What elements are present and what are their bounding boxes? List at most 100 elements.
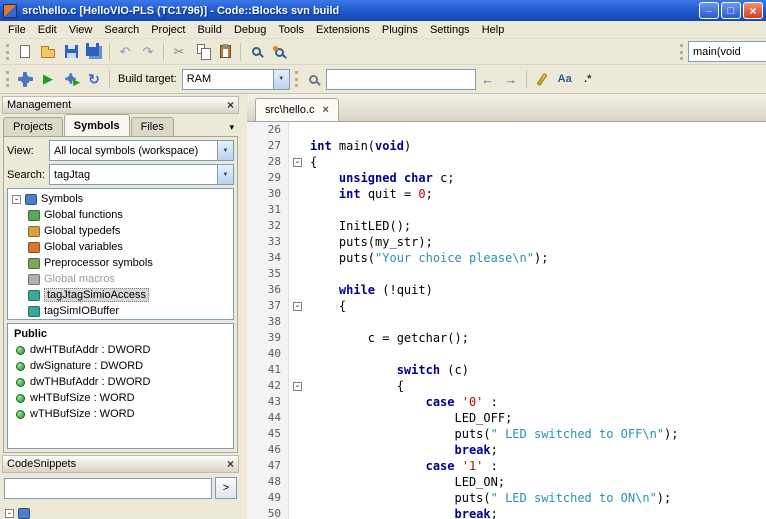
code-line-47[interactable]: 47 case '1' : — [247, 458, 766, 474]
find-button[interactable] — [245, 41, 267, 63]
incremental-search-button[interactable] — [303, 68, 325, 90]
member-item-dwhtbufaddr[interactable]: dwHTBufAddr : DWORD — [10, 342, 231, 358]
chevron-down-icon[interactable] — [217, 141, 233, 160]
tree-item-global-functions[interactable]: Global functions — [10, 207, 231, 223]
menu-file[interactable]: File — [2, 23, 32, 37]
management-tab-projects[interactable]: Projects — [3, 117, 63, 136]
codesnippets-close-icon[interactable] — [227, 457, 234, 471]
code-line-38[interactable]: 38 — [247, 314, 766, 330]
code-line-45[interactable]: 45 puts(" LED switched to OFF\n"); — [247, 426, 766, 442]
code-editor[interactable]: 2627int main(void)28{29 unsigned char c;… — [247, 122, 766, 519]
incremental-search-input[interactable] — [326, 69, 476, 90]
redo-button[interactable] — [137, 41, 159, 63]
management-tab-files[interactable]: Files — [131, 117, 174, 136]
code-line-36[interactable]: 36 while (!quit) — [247, 282, 766, 298]
regex-button[interactable]: .* — [577, 68, 599, 90]
chevron-down-icon[interactable] — [217, 165, 233, 184]
match-case-button[interactable]: Aa — [554, 68, 576, 90]
build-and-run-button[interactable] — [60, 68, 82, 90]
fold-minus-icon[interactable] — [293, 302, 302, 311]
symbol-search-combo[interactable]: tagJtag — [49, 164, 234, 185]
search-next-button[interactable] — [500, 68, 522, 90]
new-file-button[interactable] — [14, 41, 36, 63]
code-line-46[interactable]: 46 break; — [247, 442, 766, 458]
management-tab-symbols[interactable]: Symbols — [64, 114, 130, 136]
maximize-button[interactable] — [721, 2, 741, 19]
menu-search[interactable]: Search — [98, 23, 145, 37]
management-pane-header[interactable]: Management — [2, 96, 239, 114]
code-line-48[interactable]: 48 LED_ON; — [247, 474, 766, 490]
save-button[interactable] — [60, 41, 82, 63]
undo-button[interactable] — [114, 41, 136, 63]
tree-item-global-variables[interactable]: Global variables — [10, 239, 231, 255]
chevron-down-icon[interactable] — [273, 70, 289, 89]
collapse-icon[interactable] — [12, 195, 21, 204]
code-line-44[interactable]: 44 LED_OFF; — [247, 410, 766, 426]
paste-button[interactable] — [214, 41, 236, 63]
cut-button[interactable] — [168, 41, 190, 63]
code-line-39[interactable]: 39 c = getchar(); — [247, 330, 766, 346]
menu-edit[interactable]: Edit — [32, 23, 63, 37]
expand-icon[interactable] — [5, 509, 14, 518]
code-line-43[interactable]: 43 case '0' : — [247, 394, 766, 410]
build-target-combo[interactable]: RAM — [182, 69, 290, 90]
symbol-browser-combo[interactable]: main(void — [688, 41, 766, 62]
code-line-34[interactable]: 34 puts("Your choice please\n"); — [247, 250, 766, 266]
menu-settings[interactable]: Settings — [424, 23, 476, 37]
codesnippets-pane-header[interactable]: CodeSnippets — [2, 455, 239, 473]
codesnippets-search-input[interactable] — [4, 478, 212, 499]
replace-button[interactable] — [268, 41, 290, 63]
member-item-dwthbufaddr[interactable]: dwTHBufAddr : DWORD — [10, 374, 231, 390]
editor-tab-hello-c[interactable]: src\hello.c — [255, 98, 339, 121]
run-button[interactable] — [37, 68, 59, 90]
code-line-35[interactable]: 35 — [247, 266, 766, 282]
code-line-27[interactable]: 27int main(void) — [247, 138, 766, 154]
close-button[interactable] — [743, 2, 763, 19]
tree-root-symbols[interactable]: Symbols — [10, 191, 231, 207]
fold-minus-icon[interactable] — [293, 382, 302, 391]
menu-extensions[interactable]: Extensions — [310, 23, 376, 37]
rebuild-button[interactable] — [83, 68, 105, 90]
toolbar-grip[interactable] — [6, 44, 9, 60]
code-line-50[interactable]: 50 break; — [247, 506, 766, 519]
fold-minus-icon[interactable] — [293, 158, 302, 167]
tree-item-preprocessor-symbols[interactable]: Preprocessor symbols — [10, 255, 231, 271]
menu-tools[interactable]: Tools — [272, 23, 310, 37]
member-item-wthbufsize[interactable]: wTHBufSize : WORD — [10, 406, 231, 422]
tree-item-tagjtagsimioaccess[interactable]: tagJtagSimioAccess — [10, 287, 231, 303]
toolbar-grip[interactable] — [680, 44, 683, 60]
open-file-button[interactable] — [37, 41, 59, 63]
save-all-button[interactable] — [83, 41, 105, 63]
code-line-49[interactable]: 49 puts(" LED switched to ON\n"); — [247, 490, 766, 506]
toolbar-grip[interactable] — [6, 71, 9, 87]
menu-help[interactable]: Help — [476, 23, 511, 37]
build-button[interactable] — [14, 68, 36, 90]
management-close-icon[interactable] — [227, 98, 234, 112]
toolbar-grip[interactable] — [295, 71, 298, 87]
code-line-29[interactable]: 29 unsigned char c; — [247, 170, 766, 186]
member-item-dwsignature[interactable]: dwSignature : DWORD — [10, 358, 231, 374]
tree-item-global-macros[interactable]: Global macros — [10, 271, 231, 287]
code-line-33[interactable]: 33 puts(my_str); — [247, 234, 766, 250]
search-prev-button[interactable] — [477, 68, 499, 90]
menu-build[interactable]: Build — [191, 23, 227, 37]
highlight-button[interactable] — [531, 68, 553, 90]
code-line-40[interactable]: 40 — [247, 346, 766, 362]
tree-item-tagsimiobuffer[interactable]: tagSimIOBuffer — [10, 303, 231, 319]
codesnippets-search-button[interactable]: > — [215, 477, 237, 499]
minimize-button[interactable] — [699, 2, 719, 19]
tab-list-dropdown-icon[interactable]: ▾ — [225, 122, 238, 136]
code-line-28[interactable]: 28{ — [247, 154, 766, 170]
code-line-30[interactable]: 30 int quit = 0; — [247, 186, 766, 202]
member-item-whtbufsize[interactable]: wHTBufSize : WORD — [10, 390, 231, 406]
menu-debug[interactable]: Debug — [228, 23, 272, 37]
code-line-26[interactable]: 26 — [247, 122, 766, 138]
tab-close-icon[interactable] — [323, 104, 329, 116]
code-line-32[interactable]: 32 InitLED(); — [247, 218, 766, 234]
code-line-42[interactable]: 42 { — [247, 378, 766, 394]
code-line-37[interactable]: 37 { — [247, 298, 766, 314]
copy-button[interactable] — [191, 41, 213, 63]
menu-view[interactable]: View — [63, 23, 99, 37]
code-line-41[interactable]: 41 switch (c) — [247, 362, 766, 378]
view-combo[interactable]: All local symbols (workspace) — [49, 140, 234, 161]
